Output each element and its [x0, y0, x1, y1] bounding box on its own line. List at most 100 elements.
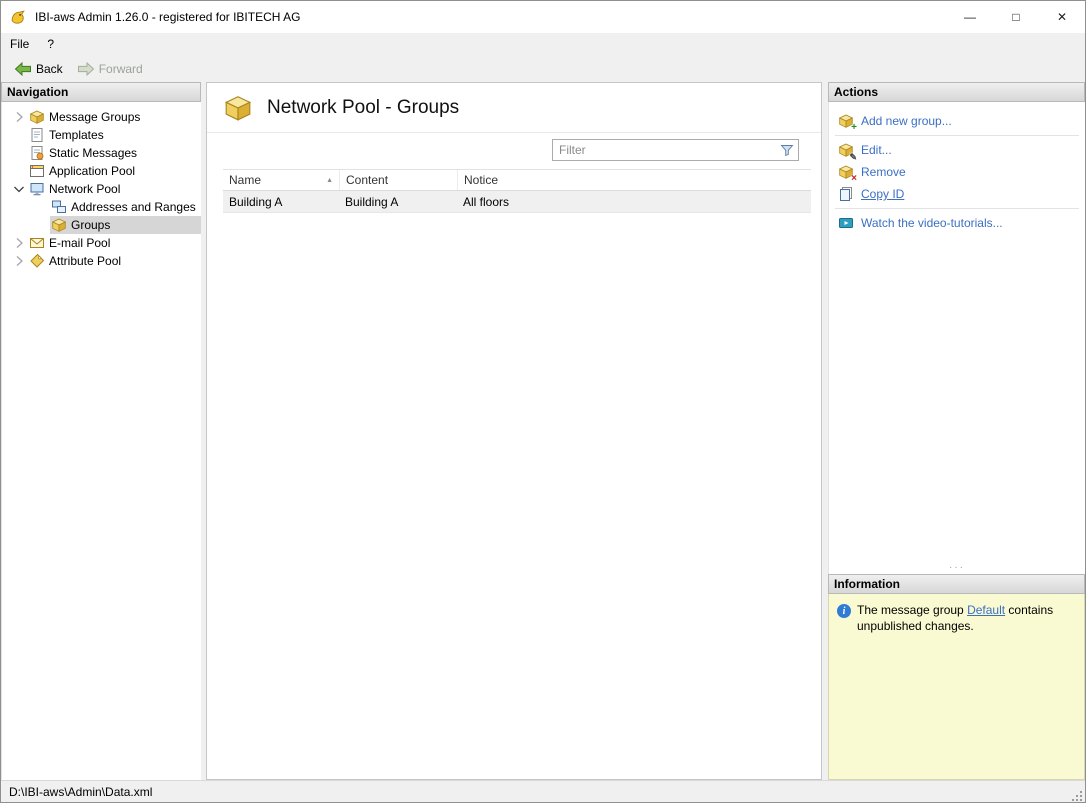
- app-window: IBI-aws Admin 1.26.0 - registered for IB…: [0, 0, 1086, 803]
- nav-item-label: Application Pool: [49, 164, 136, 178]
- application-pool-icon: [29, 163, 45, 179]
- nav-item-templates[interactable]: Templates: [2, 126, 201, 144]
- actions-panel: + Add new group... ✎ Edit... × Remove Co…: [828, 102, 1085, 560]
- groups-table: Name ▲ Content Notice Building A Buildin…: [223, 169, 811, 213]
- navigation-tree: Message Groups Templates Static Messages…: [1, 102, 201, 780]
- watch-video-tutorials-action[interactable]: Watch the video-tutorials...: [829, 212, 1085, 234]
- groups-icon: [51, 217, 67, 233]
- status-bar: D:\IBI-aws\Admin\Data.xml: [1, 780, 1085, 802]
- back-button[interactable]: Back: [7, 57, 70, 81]
- copy-id-action[interactable]: Copy ID: [829, 183, 1085, 205]
- menu-bar: File ?: [1, 33, 1085, 55]
- nav-item-label: Addresses and Ranges: [71, 200, 196, 214]
- nav-item-label: Static Messages: [49, 146, 138, 160]
- minimize-button[interactable]: —: [947, 1, 993, 33]
- content-panel: Network Pool - Groups Name ▲: [206, 82, 822, 780]
- app-logo-icon: [11, 9, 25, 24]
- action-label: Add new group...: [861, 114, 952, 128]
- cell-content: Building A: [345, 194, 399, 209]
- remove-action[interactable]: × Remove: [829, 161, 1085, 184]
- navigation-header: Navigation: [1, 82, 201, 102]
- nav-item-network-pool[interactable]: Network Pool: [2, 180, 201, 198]
- menu-file[interactable]: File: [1, 35, 38, 53]
- information-panel: i The message group Default contains unp…: [828, 594, 1085, 780]
- groups-page-icon: [224, 96, 252, 121]
- column-label: Content: [346, 173, 389, 187]
- resize-grip[interactable]: [1071, 790, 1083, 802]
- title-bar: IBI-aws Admin 1.26.0 - registered for IB…: [1, 1, 1085, 33]
- copy-icon: [838, 186, 854, 202]
- action-label: Watch the video-tutorials...: [861, 216, 1003, 230]
- panel-splitter-handle[interactable]: ···: [828, 560, 1085, 574]
- content-header: Network Pool - Groups: [207, 83, 821, 133]
- nav-item-label: Message Groups: [49, 110, 141, 124]
- network-pool-icon: [29, 181, 45, 197]
- nav-item-label: Templates: [49, 128, 104, 142]
- edit-icon: ✎: [838, 142, 857, 162]
- back-label: Back: [36, 61, 63, 76]
- chevron-right-icon[interactable]: [10, 235, 28, 251]
- info-icon: i: [837, 604, 851, 618]
- close-button[interactable]: ✕: [1039, 1, 1085, 33]
- workspace: Navigation Message Groups Templates Stat…: [1, 82, 1085, 780]
- nav-item-static-messages[interactable]: Static Messages: [2, 144, 201, 162]
- forward-arrow-icon: [77, 61, 94, 76]
- templates-icon: [29, 127, 45, 143]
- data-file-path: D:\IBI-aws\Admin\Data.xml: [9, 784, 153, 799]
- static-messages-icon: [29, 145, 45, 161]
- chevron-right-icon[interactable]: [10, 253, 28, 269]
- nav-item-label: Groups: [71, 218, 111, 232]
- filter-funnel-icon[interactable]: [780, 143, 798, 157]
- right-column: Actions + Add new group... ✎ Edit... × R…: [828, 82, 1085, 780]
- info-text-before: The message group: [857, 603, 968, 617]
- addresses-and-ranges-icon: [51, 199, 67, 215]
- separator: [835, 135, 1079, 136]
- video-icon: [838, 215, 854, 231]
- action-label: Remove: [861, 165, 906, 179]
- nav-item-email-pool[interactable]: E-mail Pool: [2, 234, 201, 252]
- action-label: Copy ID: [861, 187, 905, 201]
- menu-help[interactable]: ?: [38, 35, 63, 53]
- chevron-down-icon[interactable]: [10, 181, 28, 197]
- back-arrow-icon: [14, 61, 31, 76]
- message-groups-icon: [29, 109, 45, 125]
- navigation-panel: Navigation Message Groups Templates Stat…: [1, 82, 201, 780]
- filter-input[interactable]: [553, 141, 780, 159]
- nav-item-attribute-pool[interactable]: Attribute Pool: [2, 252, 201, 270]
- window-title: IBI-aws Admin 1.26.0 - registered for IB…: [35, 10, 301, 24]
- forward-label: Forward: [98, 61, 143, 76]
- nav-item-message-groups[interactable]: Message Groups: [2, 108, 201, 126]
- nav-item-label: Network Pool: [49, 182, 121, 196]
- remove-icon: ×: [838, 164, 857, 184]
- column-label: Notice: [464, 173, 499, 187]
- filter-box: [552, 139, 799, 161]
- email-pool-icon: [29, 235, 45, 251]
- information-header: Information: [828, 574, 1085, 594]
- nav-item-label: E-mail Pool: [49, 236, 111, 250]
- filter-row: [207, 133, 821, 167]
- column-header-notice[interactable]: Notice: [457, 170, 811, 190]
- column-header-name[interactable]: Name ▲: [223, 170, 339, 190]
- action-label: Edit...: [861, 143, 892, 157]
- forward-button[interactable]: Forward: [70, 57, 150, 81]
- navigation-toolbar: Back Forward: [1, 55, 1085, 82]
- chevron-right-icon[interactable]: [10, 109, 28, 125]
- cell-notice: All floors: [463, 194, 510, 209]
- column-header-content[interactable]: Content: [339, 170, 457, 190]
- maximize-button[interactable]: □: [993, 1, 1039, 33]
- nav-item-groups[interactable]: Groups: [2, 216, 201, 234]
- edit-action[interactable]: ✎ Edit...: [829, 139, 1085, 162]
- add-group-icon: +: [838, 113, 857, 133]
- table-row[interactable]: Building A Building A All floors: [223, 191, 811, 213]
- default-message-group-link[interactable]: Default: [967, 603, 1005, 617]
- nav-item-addresses-and-ranges[interactable]: Addresses and Ranges: [2, 198, 201, 216]
- column-label: Name: [229, 173, 262, 187]
- add-new-group-action[interactable]: + Add new group...: [829, 110, 1085, 133]
- table-header-row: Name ▲ Content Notice: [223, 169, 811, 191]
- nav-item-application-pool[interactable]: Application Pool: [2, 162, 201, 180]
- window-controls: — □ ✕: [947, 1, 1085, 33]
